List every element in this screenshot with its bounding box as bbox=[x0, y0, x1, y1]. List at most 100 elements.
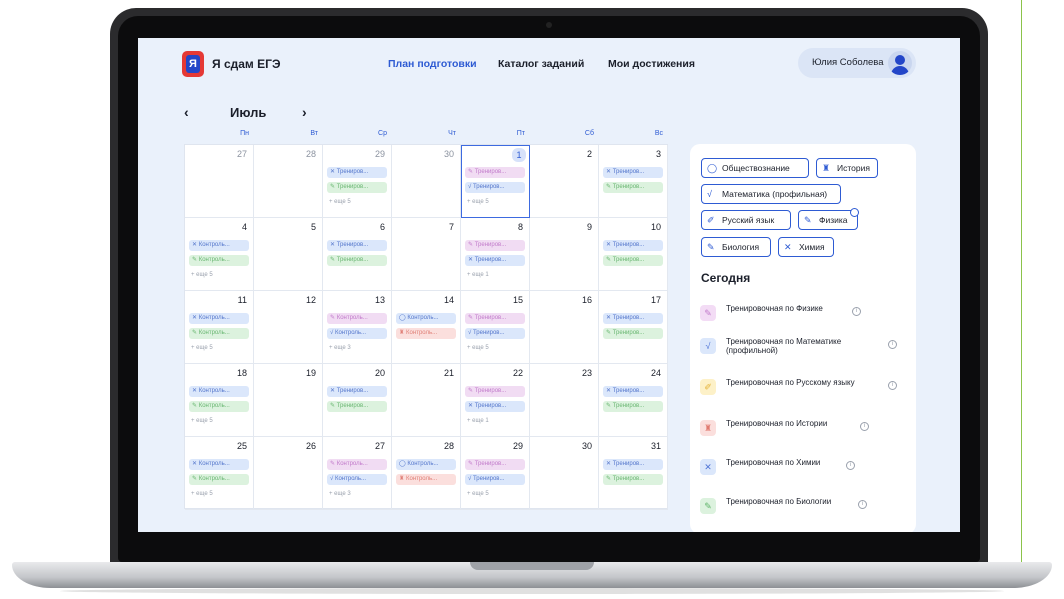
event-chip[interactable]: ✕ Трениров... bbox=[603, 459, 663, 470]
brand-name[interactable]: Я сдам ЕГЭ bbox=[212, 57, 280, 71]
filter-chip-history[interactable]: ♜ История bbox=[816, 158, 878, 178]
event-chip[interactable]: ✕ Трениров... bbox=[327, 240, 387, 251]
filter-chip-biology[interactable]: ✎ Биология bbox=[701, 237, 771, 257]
day-cell[interactable]: 20 ✕ Трениров... ✎ Трениров... bbox=[323, 364, 392, 437]
day-cell[interactable]: 22 ✎ Трениров... ✕ Трениров... + еще 1 bbox=[461, 364, 530, 437]
more-events-link[interactable]: + еще 5 bbox=[329, 199, 351, 205]
more-events-link[interactable]: + еще 1 bbox=[467, 418, 489, 424]
nav-achievements[interactable]: Мои достижения bbox=[608, 58, 695, 70]
more-events-link[interactable]: + еще 5 bbox=[467, 199, 489, 205]
day-cell[interactable]: 2 bbox=[530, 145, 599, 218]
next-month-icon[interactable]: › bbox=[302, 104, 307, 120]
more-events-link[interactable]: + еще 5 bbox=[191, 491, 213, 497]
filter-chip-chemistry[interactable]: ✕ Химия bbox=[778, 237, 834, 257]
day-cell[interactable]: 8 ✎ Трениров... ✕ Трениров... + еще 1 bbox=[461, 218, 530, 291]
info-icon[interactable]: i bbox=[888, 340, 897, 349]
event-chip[interactable]: ✕ Трениров... bbox=[327, 386, 387, 397]
day-cell[interactable]: 28 ◯ Контроль... ♜ Контроль... bbox=[392, 437, 461, 510]
more-events-link[interactable]: + еще 5 bbox=[191, 418, 213, 424]
event-chip[interactable]: ✕ Контроль... bbox=[189, 459, 249, 470]
nav-catalog[interactable]: Каталог заданий bbox=[498, 58, 584, 70]
more-events-link[interactable]: + еще 5 bbox=[191, 272, 213, 278]
today-item[interactable]: ✎ Тренировочная по Физике i bbox=[700, 301, 910, 327]
event-chip[interactable]: ✎ Трениров... bbox=[327, 255, 387, 266]
info-icon[interactable]: i bbox=[852, 307, 861, 316]
info-icon[interactable]: i bbox=[858, 500, 867, 509]
event-chip[interactable]: ✕ Трениров... bbox=[603, 167, 663, 178]
info-icon[interactable]: i bbox=[888, 381, 897, 390]
day-cell[interactable]: 12 bbox=[254, 291, 323, 364]
event-chip[interactable]: ✎ Контроль... bbox=[189, 255, 249, 266]
event-chip[interactable]: ✎ Трениров... bbox=[465, 459, 525, 470]
prev-month-icon[interactable]: ‹ bbox=[184, 104, 189, 120]
today-item[interactable]: ✎ Тренировочная по Биологии i bbox=[700, 494, 910, 520]
today-item[interactable]: ✐ Тренировочная по Русскому языку i bbox=[700, 375, 910, 401]
day-cell[interactable]: 29 ✎ Трениров... √ Трениров... + еще 5 bbox=[461, 437, 530, 510]
day-cell[interactable]: 9 bbox=[530, 218, 599, 291]
event-chip[interactable]: ✎ Контроль... bbox=[327, 313, 387, 324]
event-chip[interactable]: ✕ Трениров... bbox=[465, 255, 525, 266]
event-chip[interactable]: ✕ Трениров... bbox=[603, 313, 663, 324]
today-item[interactable]: ♜ Тренировочная по Истории i bbox=[700, 416, 910, 442]
event-chip[interactable]: ✕ Контроль... bbox=[189, 240, 249, 251]
day-cell[interactable]: 21 bbox=[392, 364, 461, 437]
day-cell[interactable]: 1 ✎ Трениров... √ Трениров... + еще 5 bbox=[461, 145, 530, 218]
day-cell[interactable]: 17 ✕ Трениров... ✎ Трениров... bbox=[599, 291, 668, 364]
event-chip[interactable]: ♜ Контроль... bbox=[396, 328, 456, 339]
day-cell[interactable]: 30 bbox=[530, 437, 599, 510]
filter-chip-math[interactable]: √ Математика (профильная) bbox=[701, 184, 841, 204]
event-chip[interactable]: ✎ Трениров... bbox=[327, 401, 387, 412]
more-events-link[interactable]: + еще 1 bbox=[467, 272, 489, 278]
event-chip[interactable]: ◯ Контроль... bbox=[396, 313, 456, 324]
event-chip[interactable]: ✕ Трениров... bbox=[465, 401, 525, 412]
event-chip[interactable]: ✕ Трениров... bbox=[327, 167, 387, 178]
day-cell[interactable]: 16 bbox=[530, 291, 599, 364]
more-events-link[interactable]: + еще 5 bbox=[191, 345, 213, 351]
day-cell[interactable]: 5 bbox=[254, 218, 323, 291]
event-chip[interactable]: ✎ Контроль... bbox=[189, 401, 249, 412]
event-chip[interactable]: ✕ Трениров... bbox=[603, 240, 663, 251]
day-cell[interactable]: 31 ✕ Трениров... ✎ Трениров... bbox=[599, 437, 668, 510]
day-cell[interactable]: 29 ✕ Трениров... ✎ Трениров... + еще 5 bbox=[323, 145, 392, 218]
day-cell[interactable]: 7 bbox=[392, 218, 461, 291]
event-chip[interactable]: ◯ Контроль... bbox=[396, 459, 456, 470]
event-chip[interactable]: ✎ Трениров... bbox=[465, 386, 525, 397]
day-cell[interactable]: 10 ✕ Трениров... ✎ Трениров... bbox=[599, 218, 668, 291]
more-events-link[interactable]: + еще 5 bbox=[467, 491, 489, 497]
event-chip[interactable]: ✎ Трениров... bbox=[603, 401, 663, 412]
day-cell[interactable]: 18 ✕ Контроль... ✎ Контроль... + еще 5 bbox=[185, 364, 254, 437]
more-events-link[interactable]: + еще 3 bbox=[329, 491, 351, 497]
day-cell[interactable]: 13 ✎ Контроль... √ Контроль... + еще 3 bbox=[323, 291, 392, 364]
event-chip[interactable]: ✎ Трениров... bbox=[603, 182, 663, 193]
event-chip[interactable]: √ Контроль... bbox=[327, 474, 387, 485]
day-cell[interactable]: 26 bbox=[254, 437, 323, 510]
day-cell[interactable]: 4 ✕ Контроль... ✎ Контроль... + еще 5 bbox=[185, 218, 254, 291]
event-chip[interactable]: ✕ Трениров... bbox=[603, 386, 663, 397]
day-cell[interactable]: 27 bbox=[185, 145, 254, 218]
event-chip[interactable]: √ Контроль... bbox=[327, 328, 387, 339]
day-cell[interactable]: 14 ◯ Контроль... ♜ Контроль... bbox=[392, 291, 461, 364]
event-chip[interactable]: ✎ Трениров... bbox=[465, 240, 525, 251]
day-cell[interactable]: 6 ✕ Трениров... ✎ Трениров... bbox=[323, 218, 392, 291]
today-item[interactable]: ✕ Тренировочная по Химии i bbox=[700, 455, 910, 481]
event-chip[interactable]: ✎ Контроль... bbox=[189, 474, 249, 485]
nav-plan[interactable]: План подготовки bbox=[388, 58, 477, 70]
filter-chip-physics[interactable]: ✎ Физика bbox=[798, 210, 858, 230]
event-chip[interactable]: ♜ Контроль... bbox=[396, 474, 456, 485]
more-events-link[interactable]: + еще 5 bbox=[467, 345, 489, 351]
event-chip[interactable]: ✎ Трениров... bbox=[465, 313, 525, 324]
event-chip[interactable]: ✎ Контроль... bbox=[327, 459, 387, 470]
day-cell[interactable]: 15 ✎ Трениров... √ Трениров... + еще 5 bbox=[461, 291, 530, 364]
filter-chip-social-studies[interactable]: ◯ Обществознание bbox=[701, 158, 809, 178]
day-cell[interactable]: 30 bbox=[392, 145, 461, 218]
day-cell[interactable]: 28 bbox=[254, 145, 323, 218]
day-cell[interactable]: 25 ✕ Контроль... ✎ Контроль... + еще 5 bbox=[185, 437, 254, 510]
day-cell[interactable]: 24 ✕ Трениров... ✎ Трениров... bbox=[599, 364, 668, 437]
event-chip[interactable]: √ Трениров... bbox=[465, 182, 525, 193]
day-cell[interactable]: 11 ✕ Контроль... ✎ Контроль... + еще 5 bbox=[185, 291, 254, 364]
info-icon[interactable]: i bbox=[860, 422, 869, 431]
event-chip[interactable]: ✎ Трениров... bbox=[603, 474, 663, 485]
filter-chip-russian[interactable]: ✐ Русский язык bbox=[701, 210, 791, 230]
event-chip[interactable]: ✎ Трениров... bbox=[327, 182, 387, 193]
event-chip[interactable]: ✎ Трениров... bbox=[465, 167, 525, 178]
